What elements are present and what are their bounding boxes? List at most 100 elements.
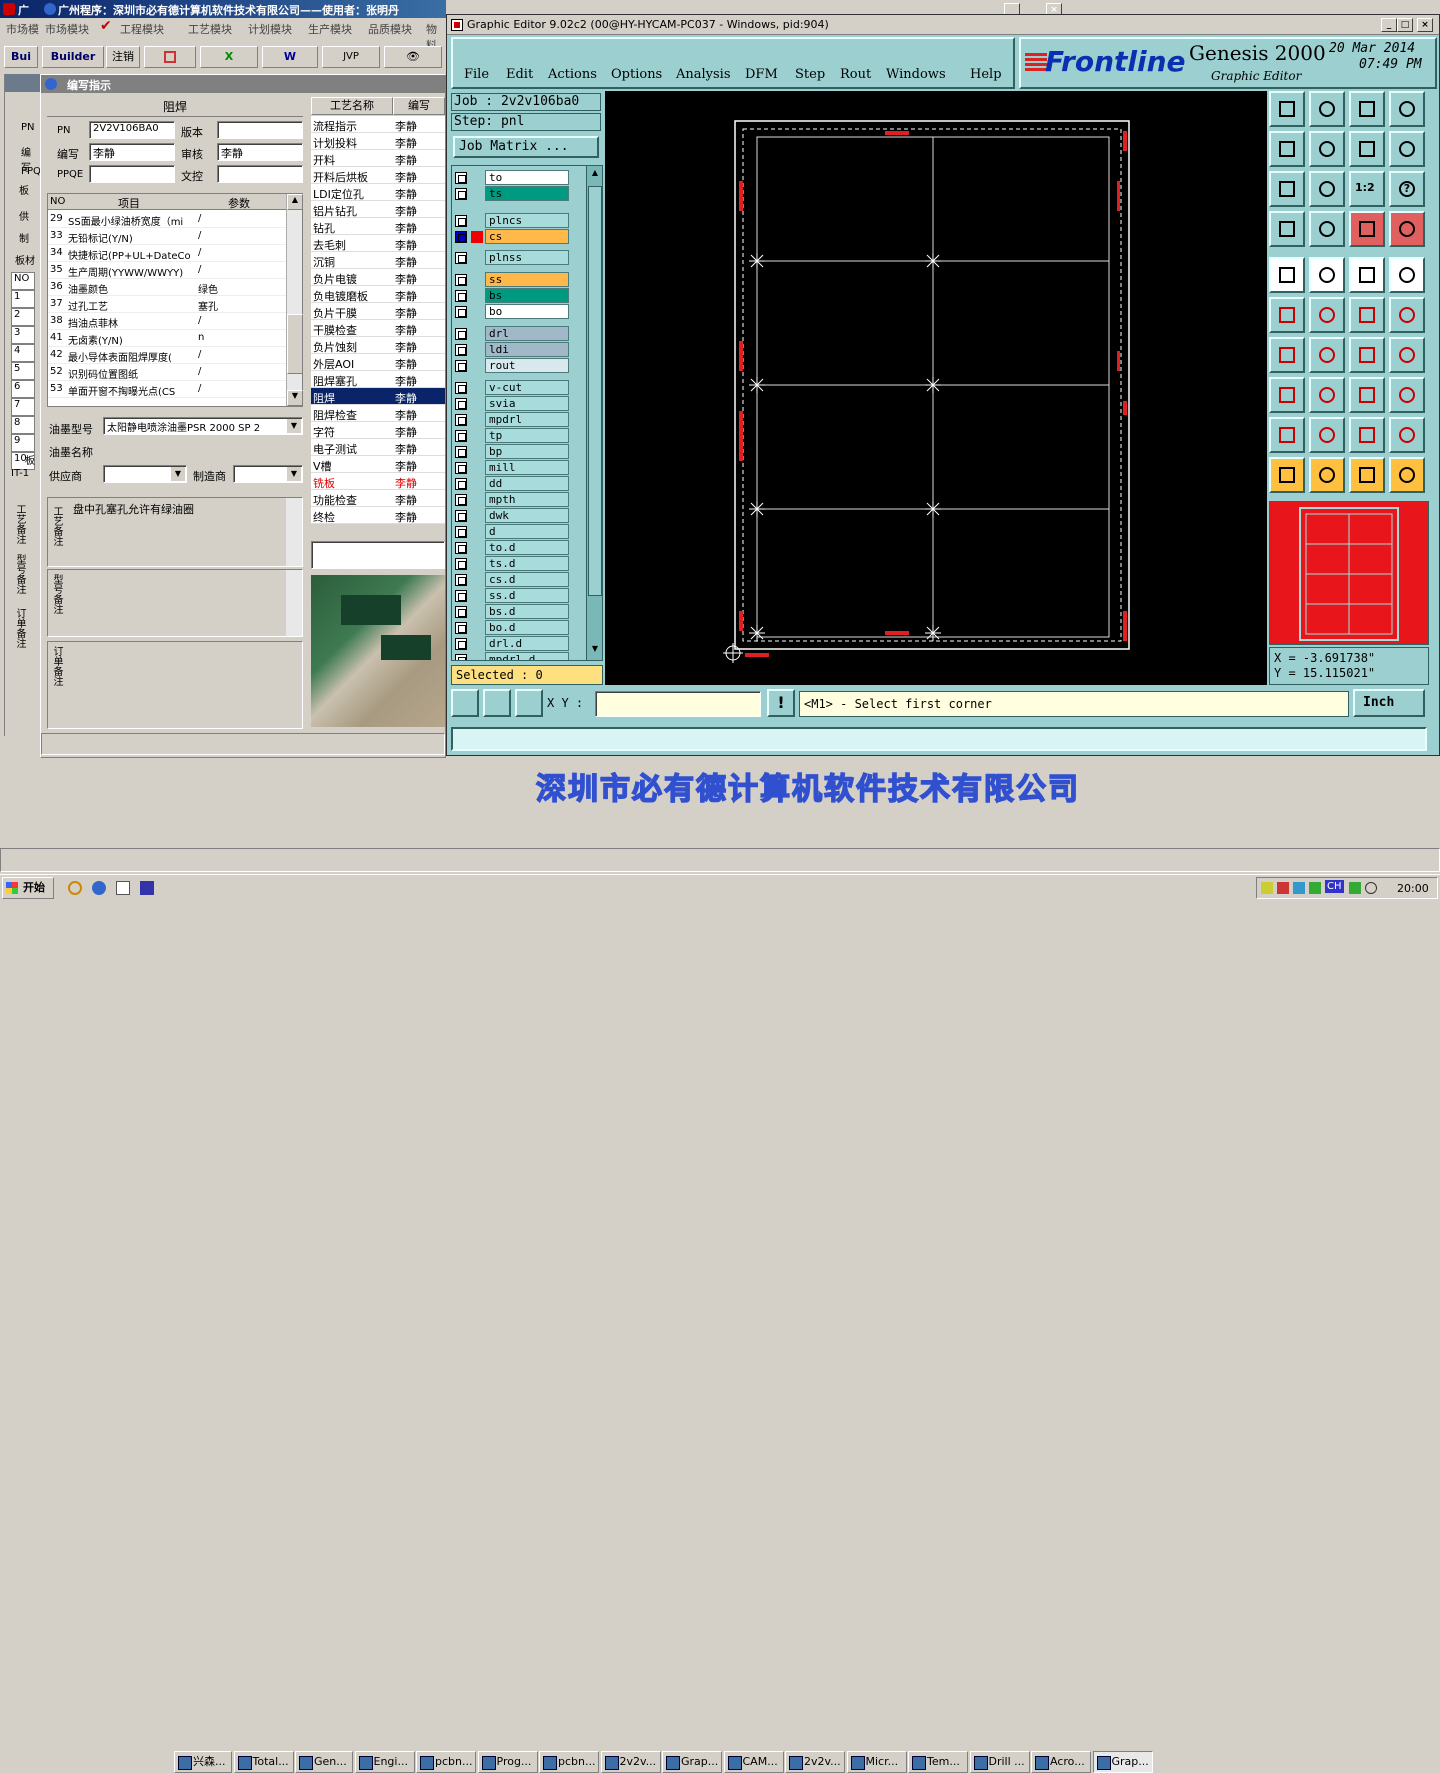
alert-icon[interactable]: !	[767, 689, 795, 717]
table-row[interactable]: 35 生产周期(YYWW/WWYY) /	[48, 262, 286, 279]
review-field[interactable]: 李静	[217, 143, 303, 161]
layer-checkbox[interactable]	[455, 478, 467, 490]
layer-checkbox[interactable]	[455, 172, 467, 184]
menu-file[interactable]: File	[464, 67, 489, 82]
chevron-down-icon[interactable]: ▼	[287, 419, 301, 433]
tray-icon[interactable]	[1277, 882, 1289, 894]
quicklaunch-icon[interactable]	[92, 881, 106, 895]
layer-row[interactable]: d	[452, 524, 584, 540]
layer-row[interactable]: ss.d	[452, 588, 584, 604]
process-row[interactable]: 流程指示 李静	[311, 116, 445, 133]
snap-icon[interactable]	[1349, 211, 1385, 247]
taskbar-item[interactable]: 2v2v...	[600, 1751, 661, 1773]
menu-engineering[interactable]: 工程模块	[120, 21, 164, 37]
process-row[interactable]: 阻焊检查 李静	[311, 405, 445, 422]
cross-icon[interactable]	[1309, 297, 1345, 333]
outer-row[interactable]: 7	[11, 398, 35, 416]
layer-checkbox[interactable]	[455, 344, 467, 356]
menu-prefix[interactable]: 市场模	[6, 21, 39, 37]
add-pad-icon[interactable]	[1269, 257, 1305, 293]
layer-row[interactable]: bo.d	[452, 620, 584, 636]
feature-b-icon[interactable]	[1309, 417, 1345, 453]
ppt-icon[interactable]	[144, 46, 196, 68]
zoom-fit-icon[interactable]	[451, 689, 479, 717]
table-row[interactable]: 52 识别码位置图纸 /	[48, 364, 286, 381]
redraw-icon[interactable]	[1349, 131, 1385, 167]
layer-row[interactable]: to	[452, 170, 584, 186]
table-row[interactable]: 33 无铅标记(Y/N) /	[48, 228, 286, 245]
table-row[interactable]: 29 SS面最小绿油桥宽度（mi /	[48, 211, 286, 228]
layer-checkbox[interactable]	[455, 290, 467, 302]
save-icon[interactable]	[1309, 91, 1345, 127]
process-row[interactable]: V槽 李静	[311, 456, 445, 473]
side-tab-order[interactable]: 订单备注	[13, 608, 25, 662]
resize-icon[interactable]	[1349, 377, 1385, 413]
grid-icon[interactable]	[1309, 211, 1345, 247]
add-arc-icon[interactable]	[1389, 257, 1425, 293]
layer-checkbox[interactable]	[455, 382, 467, 394]
taskbar-item[interactable]: Tem...	[908, 1751, 968, 1773]
process-row[interactable]: LDI定位孔 李静	[311, 184, 445, 201]
layer-checkbox[interactable]	[455, 638, 467, 650]
layer-checkbox[interactable]	[455, 398, 467, 410]
overview-map[interactable]	[1269, 501, 1429, 645]
menu-analysis[interactable]: Analysis	[676, 67, 731, 82]
fit-icon[interactable]	[1269, 171, 1305, 207]
ruler-icon[interactable]	[1349, 257, 1385, 293]
taskbar-item[interactable]: 2v2v...	[785, 1751, 845, 1773]
process-row[interactable]: 功能检查 李静	[311, 490, 445, 507]
process-row[interactable]: 阻焊 李静	[311, 388, 445, 405]
genesis-maximize-button[interactable]: □	[1397, 18, 1413, 32]
quicklaunch-icon[interactable]	[116, 881, 130, 895]
tray-icon[interactable]	[1365, 882, 1377, 894]
group-icon[interactable]	[1389, 377, 1425, 413]
outer-row[interactable]: 9	[11, 434, 35, 452]
table-row[interactable]: 38 挡油点菲林 /	[48, 313, 286, 330]
layer-checkbox[interactable]	[455, 510, 467, 522]
process-search-input[interactable]	[311, 541, 445, 569]
layer-row[interactable]: to.d	[452, 540, 584, 556]
chevron-down-icon[interactable]: ▼	[287, 467, 301, 481]
tray-icon[interactable]	[1349, 882, 1361, 894]
tray-icon[interactable]	[1261, 882, 1273, 894]
menu-actions[interactable]: Actions	[548, 67, 597, 82]
menu-edit[interactable]: Edit	[506, 67, 533, 82]
prev-icon[interactable]	[1269, 131, 1305, 167]
process-row[interactable]: 终检 李静	[311, 507, 445, 524]
select-pad-icon[interactable]	[1269, 377, 1305, 413]
process-row[interactable]: 电子测试 李静	[311, 439, 445, 456]
layer-row[interactable]: bp	[452, 444, 584, 460]
layer-checkbox[interactable]	[455, 446, 467, 458]
taskbar-item[interactable]: pcbn...	[539, 1751, 599, 1773]
process-row[interactable]: 负片干膜 李静	[311, 303, 445, 320]
switch-icon[interactable]	[1389, 131, 1425, 167]
process-row[interactable]: 字符 李静	[311, 422, 445, 439]
order-note-text[interactable]	[70, 644, 286, 726]
next-icon[interactable]	[1309, 131, 1345, 167]
outer-row[interactable]: 4	[11, 344, 35, 362]
pn-field[interactable]: 2V2V106BA0	[89, 121, 175, 139]
side-tab-model[interactable]: 型号备注	[13, 554, 25, 608]
layer-checkbox[interactable]	[455, 188, 467, 200]
param-scrollbar[interactable]: ▲ ▼	[286, 194, 303, 406]
home-icon[interactable]	[1349, 91, 1385, 127]
minus-icon[interactable]	[1309, 377, 1345, 413]
layer-row[interactable]: mpdrl	[452, 412, 584, 428]
layer-checkbox[interactable]	[455, 360, 467, 372]
taskbar-item[interactable]: Acro...	[1031, 1751, 1091, 1773]
process-note-text[interactable]: 盘中孔塞孔允许有绿油圈	[70, 500, 286, 564]
help-icon[interactable]: ?	[1389, 171, 1425, 207]
layer-checkbox[interactable]	[455, 654, 467, 660]
layer-checkbox[interactable]	[455, 274, 467, 286]
menu-windows[interactable]: Windows	[886, 67, 946, 82]
layer-checkbox[interactable]	[455, 306, 467, 318]
layer-checkbox[interactable]	[455, 622, 467, 634]
layer-checkbox[interactable]	[455, 494, 467, 506]
move2-icon[interactable]	[1389, 297, 1425, 333]
layer-row[interactable]: mpdrl.d	[452, 652, 584, 660]
measure-icon[interactable]	[1269, 211, 1305, 247]
eye-icon[interactable]: 👁	[384, 46, 442, 68]
taskbar-item[interactable]: 兴森...	[174, 1751, 232, 1773]
layer-row[interactable]: plncs	[452, 213, 584, 229]
add-line-icon[interactable]	[1309, 257, 1345, 293]
